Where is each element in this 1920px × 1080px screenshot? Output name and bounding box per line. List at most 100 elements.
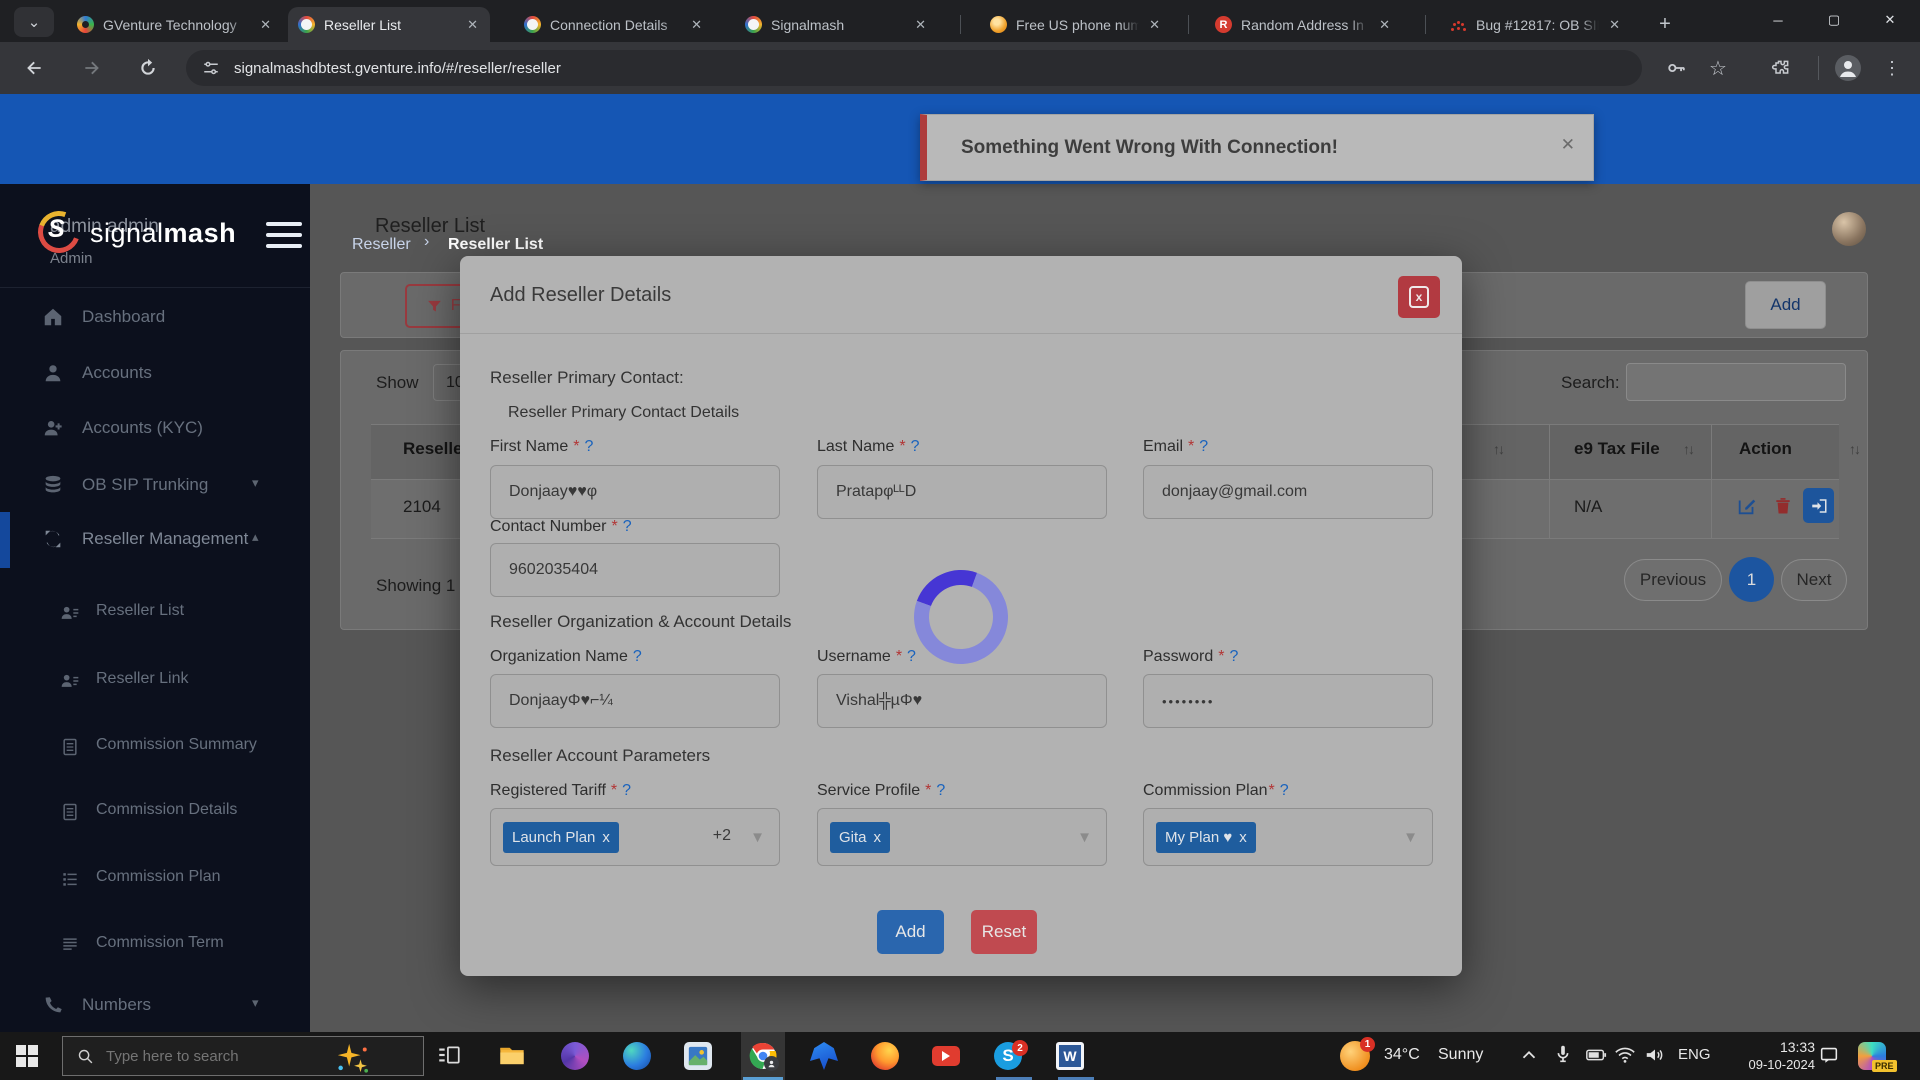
tray-expand-icon[interactable] xyxy=(1518,1044,1546,1072)
youtube-icon[interactable] xyxy=(932,1046,960,1066)
help-icon[interactable]: ? xyxy=(623,518,632,535)
sidebar-item-reseller-management[interactable]: Reseller Management ▴ xyxy=(0,518,310,562)
password-key-icon[interactable] xyxy=(1660,52,1692,84)
extensions-icon[interactable] xyxy=(1765,52,1797,84)
pagination-previous[interactable]: Previous xyxy=(1624,559,1722,601)
back-button[interactable] xyxy=(18,52,50,84)
photos-app-icon[interactable] xyxy=(684,1042,712,1070)
column-header-action[interactable]: Action xyxy=(1739,439,1792,459)
sidebar-subitem-commission-details[interactable]: Commission Details xyxy=(0,790,310,834)
forward-button[interactable] xyxy=(76,52,108,84)
profile-avatar[interactable] xyxy=(1832,52,1864,84)
new-tab-button[interactable]: + xyxy=(1650,9,1680,39)
notification-center-icon[interactable] xyxy=(1818,1044,1846,1072)
edge-icon[interactable] xyxy=(623,1042,651,1070)
first-name-input[interactable] xyxy=(490,465,780,519)
battery-icon[interactable] xyxy=(1584,1044,1612,1072)
tab-close-icon[interactable]: ✕ xyxy=(689,17,704,33)
tab-signalmash[interactable]: Signalmash ✕ xyxy=(735,7,938,42)
sidebar-subitem-commission-summary[interactable]: Commission Summary xyxy=(0,725,310,769)
help-icon[interactable]: ? xyxy=(936,782,945,799)
window-maximize-button[interactable]: ▢ xyxy=(1806,0,1862,40)
word-icon[interactable]: W xyxy=(1056,1042,1084,1070)
microphone-icon[interactable] xyxy=(1552,1043,1580,1071)
sort-icon[interactable]: ↑↓ xyxy=(1849,441,1859,457)
search-input[interactable] xyxy=(1626,363,1846,401)
pagination-page-1[interactable]: 1 xyxy=(1729,557,1774,602)
edit-icon[interactable] xyxy=(1736,495,1758,517)
help-icon[interactable]: ? xyxy=(622,782,631,799)
window-minimize-button[interactable]: ─ xyxy=(1750,0,1806,40)
language-indicator[interactable]: ENG xyxy=(1678,1046,1711,1063)
sidebar-subitem-commission-term[interactable]: Commission Term xyxy=(0,923,310,967)
pagination-next[interactable]: Next xyxy=(1781,559,1847,601)
sidebar-item-numbers[interactable]: Numbers ▾ xyxy=(0,984,310,1028)
contact-number-input[interactable] xyxy=(490,543,780,597)
sidebar-item-accounts[interactable]: Accounts xyxy=(0,352,310,396)
toast-close-icon[interactable]: ✕ xyxy=(1561,135,1575,155)
address-bar[interactable]: signalmashdbtest.gventure.info/#/reselle… xyxy=(186,50,1642,86)
chip-remove-icon[interactable]: x xyxy=(1239,829,1247,846)
blue-app-icon[interactable] xyxy=(810,1042,838,1070)
purple-app-icon[interactable] xyxy=(561,1042,589,1070)
tab-close-icon[interactable]: ✕ xyxy=(1607,17,1622,33)
last-name-input[interactable] xyxy=(817,465,1107,519)
sidebar-item-accounts-kyc[interactable]: Accounts (KYC) xyxy=(0,407,310,451)
password-input[interactable] xyxy=(1143,674,1433,728)
file-explorer-icon[interactable] xyxy=(498,1042,526,1070)
user-avatar[interactable] xyxy=(1832,212,1866,246)
start-button[interactable] xyxy=(16,1045,38,1067)
modal-reset-button[interactable]: Reset xyxy=(971,910,1037,954)
tab-close-icon[interactable]: ✕ xyxy=(465,17,480,33)
tab-search-button[interactable]: ⌄ xyxy=(14,7,54,37)
sidebar-subitem-commission-plan[interactable]: Commission Plan xyxy=(0,857,310,901)
chrome-icon[interactable] xyxy=(749,1042,777,1070)
help-icon[interactable]: ? xyxy=(1280,782,1289,799)
brand-name[interactable]: signalmash xyxy=(90,218,236,249)
help-icon[interactable]: ? xyxy=(1199,438,1208,455)
sidebar-item-ob-sip-trunking[interactable]: OB SIP Trunking ▾ xyxy=(0,464,310,508)
firefox-icon[interactable] xyxy=(871,1042,899,1070)
reload-button[interactable] xyxy=(132,52,164,84)
tab-gventure[interactable]: GVenture Technology ✕ xyxy=(67,7,283,42)
help-icon[interactable]: ? xyxy=(584,438,593,455)
sidebar-subitem-reseller-list[interactable]: Reseller List xyxy=(0,591,310,635)
sidebar-toggle-icon[interactable] xyxy=(266,222,302,248)
taskbar-search[interactable] xyxy=(62,1036,424,1076)
help-icon[interactable]: ? xyxy=(633,648,642,665)
service-profile-select[interactable]: Gitax ▼ xyxy=(817,808,1107,866)
chip-remove-icon[interactable]: x xyxy=(602,829,610,846)
help-icon[interactable]: ? xyxy=(907,648,916,665)
registered-tariff-select[interactable]: Launch Planx +2 ▼ xyxy=(490,808,780,866)
tab-reseller-list[interactable]: Reseller List ✕ xyxy=(288,7,490,42)
sidebar-item-dashboard[interactable]: Dashboard xyxy=(0,296,310,340)
login-as-button[interactable] xyxy=(1803,488,1834,523)
email-input[interactable] xyxy=(1143,465,1433,519)
delete-icon[interactable] xyxy=(1773,496,1793,516)
window-close-button[interactable]: ✕ xyxy=(1862,0,1918,40)
taskbar-clock[interactable]: 13:33 09-10-2024 xyxy=(1735,1038,1815,1074)
add-reseller-button[interactable]: Add xyxy=(1745,281,1826,329)
sort-icon[interactable]: ↑↓ xyxy=(1683,441,1693,457)
modal-add-button[interactable]: Add xyxy=(877,910,944,954)
tab-connection-details[interactable]: Connection Details ✕ xyxy=(514,7,714,42)
tab-close-icon[interactable]: ✕ xyxy=(258,17,273,33)
help-icon[interactable]: ? xyxy=(1229,648,1238,665)
column-header-tax[interactable]: e9 Tax File xyxy=(1574,439,1660,459)
help-icon[interactable]: ? xyxy=(911,438,920,455)
site-info-icon[interactable] xyxy=(202,59,220,77)
modal-close-button[interactable]: x xyxy=(1398,276,1440,318)
task-view-icon[interactable] xyxy=(436,1042,464,1070)
organization-name-input[interactable] xyxy=(490,674,780,728)
browser-menu-icon[interactable]: ⋮ xyxy=(1876,52,1908,84)
breadcrumb-parent[interactable]: Reseller xyxy=(352,236,411,254)
tab-close-icon[interactable]: ✕ xyxy=(1377,17,1392,33)
weather-temp[interactable]: 34°C xyxy=(1384,1046,1420,1064)
taskbar-search-input[interactable] xyxy=(106,1048,306,1065)
commission-plan-select[interactable]: My Plan ♥x ▼ xyxy=(1143,808,1433,866)
tab-bug-12817[interactable]: Bug #12817: OB SIP ✕ xyxy=(1440,7,1632,42)
volume-icon[interactable] xyxy=(1644,1044,1672,1072)
sort-icon[interactable]: ↑↓ xyxy=(1493,441,1503,457)
wifi-icon[interactable] xyxy=(1614,1044,1642,1072)
tab-random-address[interactable]: R Random Address In U ✕ xyxy=(1205,7,1402,42)
